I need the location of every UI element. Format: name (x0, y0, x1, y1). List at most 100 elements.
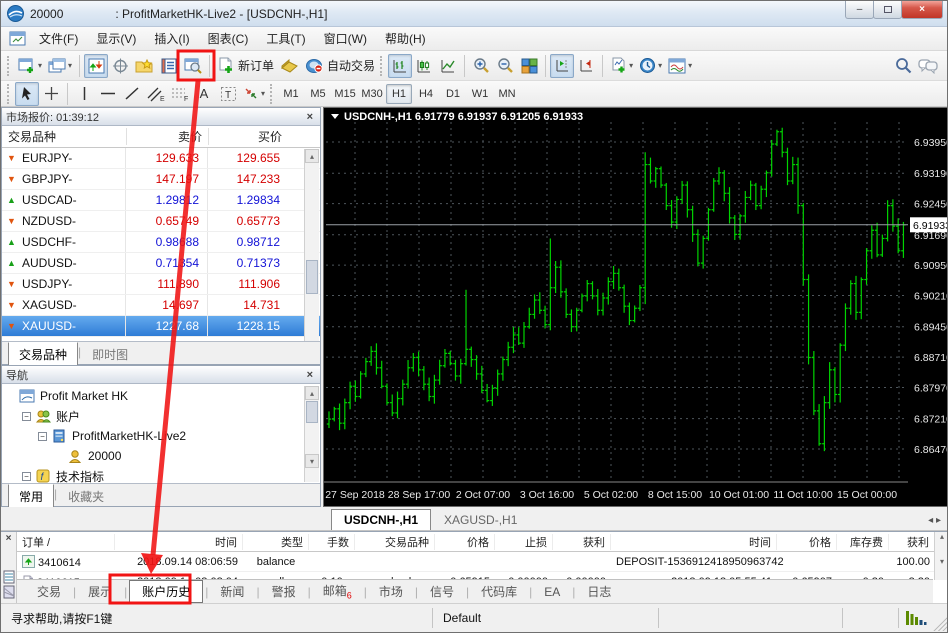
resize-grip[interactable] (933, 616, 948, 631)
chart-window-icon[interactable] (9, 31, 26, 46)
horizontal-line-tool-button[interactable] (96, 82, 120, 106)
strategy-tester-button[interactable] (181, 54, 205, 78)
market-watch-close-icon[interactable]: × (304, 111, 316, 123)
navigator-scrollbar[interactable]: ▴ ▾ (304, 386, 319, 482)
menu-item-3[interactable]: 插入(I) (145, 29, 198, 49)
market-watch-row[interactable]: ▲USDCAD-1.298121.29834 (2, 190, 320, 211)
line-chart-button[interactable] (436, 54, 460, 78)
terminal-close-icon[interactable]: × (1, 532, 16, 544)
candlestick-button[interactable] (412, 54, 436, 78)
market-watch-row[interactable]: ▼USDJPY-111.890111.906 (2, 274, 320, 295)
terminal-tab-3[interactable]: 账户历史 (129, 580, 203, 603)
terminal-column-2[interactable]: 时间 (115, 534, 243, 550)
terminal-tab-11[interactable]: 日志 (577, 581, 621, 602)
menu-item-6[interactable]: 窗口(W) (315, 29, 376, 49)
market-watch-tab-2[interactable]: 即时图 (81, 343, 139, 366)
market-watch-row[interactable]: ▼XAGUSD-14.69714.731 (2, 295, 320, 316)
terminal-scrollbar[interactable]: ▴ ▾ (934, 532, 948, 580)
close-button[interactable]: × (901, 1, 943, 19)
menu-item-2[interactable]: 显示(V) (87, 29, 145, 49)
scroll-up-icon[interactable]: ▴ (935, 532, 948, 541)
terminal-column-5[interactable]: 交易品种 (355, 534, 435, 550)
scroll-down-icon[interactable]: ▾ (305, 454, 319, 468)
menu-item-5[interactable]: 工具(T) (257, 29, 314, 49)
trendline-tool-button[interactable] (120, 82, 144, 106)
terminal-column-10[interactable]: 价格 (777, 534, 837, 550)
market-watch-tab-1[interactable]: 交易品种 (8, 342, 78, 366)
menu-item-7[interactable]: 帮助(H) (376, 29, 435, 49)
new-chart-dropdown-icon[interactable]: ▾ (38, 61, 42, 70)
terminal-column-7[interactable]: 止损 (495, 534, 553, 550)
tree-expander-icon[interactable]: − (38, 432, 47, 441)
arrows-tool-button[interactable]: ▾ (240, 82, 268, 106)
indicators-button[interactable]: ▾ (607, 54, 636, 78)
channel-tool-button[interactable]: E (144, 82, 168, 106)
terminal-tab-1[interactable]: 交易 (27, 581, 71, 602)
terminal-row-1[interactable]: 34106142018.09.14 08:06:59balanceDEPOSIT… (17, 552, 935, 572)
toolbar-grip[interactable] (380, 56, 384, 76)
navigator-node-3[interactable]: −ProfitMarketHK-Live2 (6, 426, 320, 446)
tree-expander-icon[interactable]: − (22, 472, 31, 481)
toolbar-grip[interactable] (270, 84, 274, 104)
toolbar-grip[interactable] (7, 84, 11, 104)
market-watch-button[interactable] (84, 54, 108, 78)
scroll-down-icon[interactable]: ▾ (935, 557, 948, 566)
terminal-tab-8[interactable]: 信号 (420, 581, 464, 602)
terminal-column-4[interactable]: 手数 (309, 534, 355, 550)
chart-tab-2[interactable]: XAGUSD-,H1 (431, 509, 530, 530)
navigator-node-1[interactable]: Profit Market HK (6, 386, 320, 406)
status-template[interactable]: Default (433, 608, 659, 628)
scrollbar-thumb[interactable] (306, 401, 318, 423)
terminal-column-8[interactable]: 获利 (553, 534, 611, 550)
search-icon[interactable] (891, 54, 915, 78)
market-watch-row[interactable]: ▲USDCHF-0.986880.98712 (2, 232, 320, 253)
market-watch-row[interactable]: ▼GBPJPY-147.197147.233 (2, 169, 320, 190)
periods-dropdown-icon[interactable]: ▾ (658, 61, 662, 70)
terminal-tab-2[interactable]: 展示 (78, 581, 122, 602)
new-chart-button[interactable]: ▾ (15, 54, 45, 78)
chart-shift-button[interactable] (550, 54, 574, 78)
timeframe-mn-button[interactable]: MN (494, 84, 520, 104)
expert-advisors-icon[interactable] (277, 54, 302, 78)
timeframe-h1-button[interactable]: H1 (386, 84, 412, 104)
periods-button[interactable]: ▾ (636, 54, 665, 78)
market-watch-row[interactable]: ▼NZDUSD-0.657490.65773 (2, 211, 320, 232)
chart-window[interactable]: 6.939506.931906.924506.916906.909506.902… (323, 107, 948, 507)
chat-icon[interactable] (915, 54, 941, 78)
navigator-close-icon[interactable]: × (304, 369, 316, 381)
terminal-sidebar-icon[interactable] (3, 570, 15, 600)
menu-item-1[interactable]: 文件(F) (30, 29, 87, 49)
indicators-dropdown-icon[interactable]: ▾ (629, 61, 633, 70)
terminal-column-12[interactable]: 获利 (889, 534, 935, 550)
timeframe-d1-button[interactable]: D1 (440, 84, 466, 104)
tree-expander-icon[interactable]: − (22, 412, 31, 421)
profiles-button[interactable]: ▾ (45, 54, 75, 78)
navigator-tab-2[interactable]: 收藏夹 (57, 485, 115, 508)
market-watch-row[interactable]: ▼XAUUSD-1227.681228.15 (2, 316, 320, 337)
terminal-column-3[interactable]: 类型 (243, 534, 309, 550)
new-order-button[interactable]: 新订单 (214, 54, 277, 78)
auto-scroll-button[interactable] (574, 54, 598, 78)
chart-tab-arrows[interactable]: ◂ ▸ (928, 515, 941, 530)
zoom-out-button[interactable] (493, 54, 517, 78)
terminal-tab-4[interactable]: 新闻 (210, 581, 254, 602)
tile-windows-button[interactable] (517, 54, 541, 78)
timeframe-m1-button[interactable]: M1 (278, 84, 304, 104)
terminal-column-9[interactable]: 时间 (611, 534, 777, 550)
terminal-column-6[interactable]: 价格 (435, 534, 495, 550)
restore-button[interactable] (873, 1, 902, 19)
column-bid[interactable]: 卖价 (126, 128, 208, 145)
terminal-column-11[interactable]: 库存费 (837, 534, 889, 550)
bar-chart-button[interactable] (388, 54, 412, 78)
timeframe-m30-button[interactable]: M30 (359, 84, 385, 104)
toolbar-grip[interactable] (7, 56, 11, 76)
crosshair-tool-button[interactable] (39, 82, 63, 106)
text-label-tool-button[interactable]: T (216, 82, 240, 106)
navigator-tab-1[interactable]: 常用 (8, 484, 54, 508)
crosshair-window-button[interactable] (108, 54, 132, 78)
chart-tab-1[interactable]: USDCNH-,H1 (331, 509, 431, 530)
vertical-line-tool-button[interactable] (72, 82, 96, 106)
cursor-tool-button[interactable] (15, 82, 39, 106)
zoom-in-button[interactable] (469, 54, 493, 78)
autotrading-button[interactable]: 自动交易 (302, 54, 378, 78)
